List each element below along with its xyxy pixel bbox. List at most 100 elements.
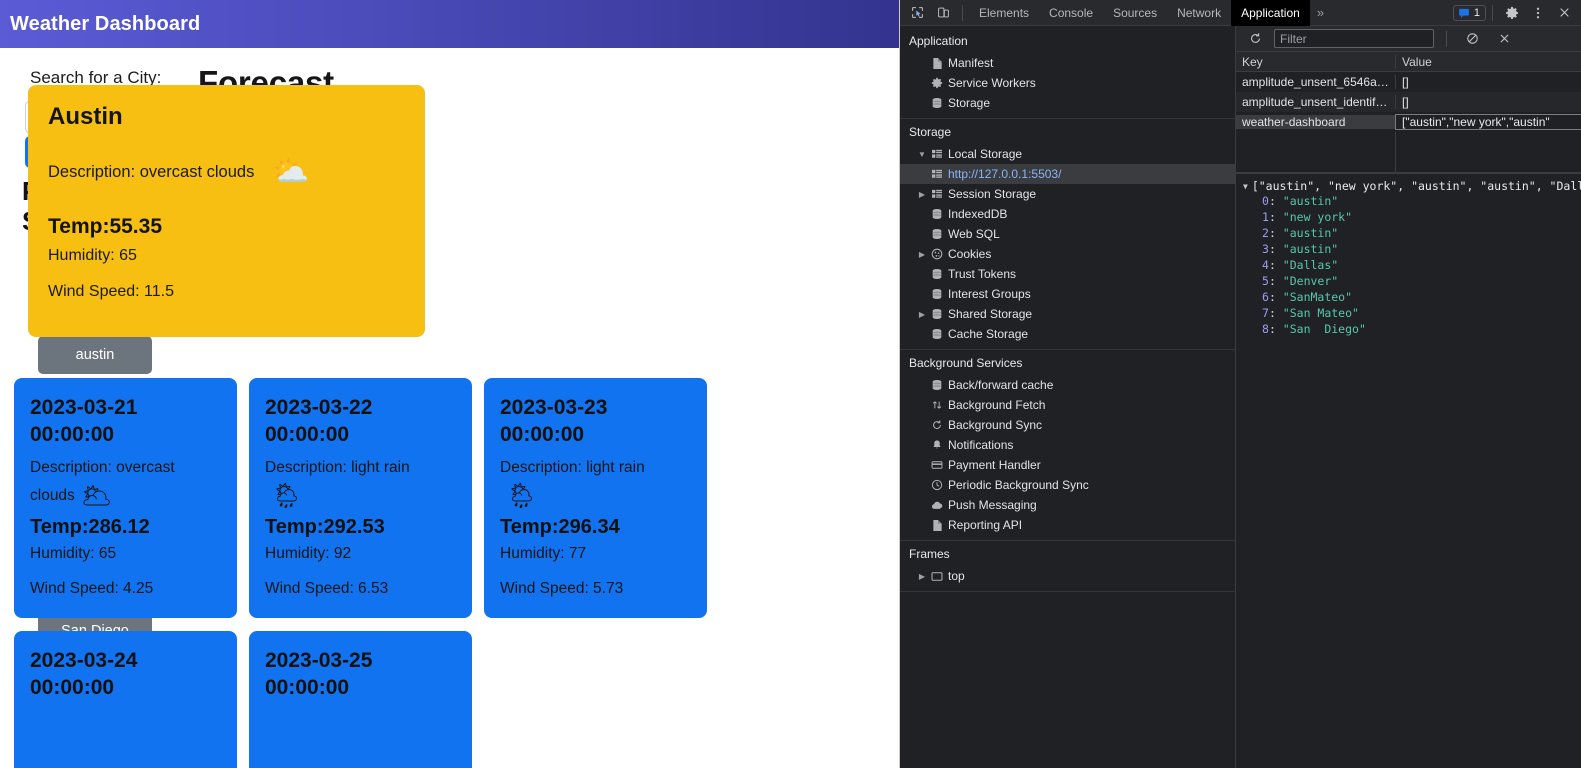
current-weather-card: Austin Description: overcast clouds ⛅ Te…: [28, 85, 425, 337]
more-options-icon[interactable]: [1525, 1, 1551, 25]
gear-icon[interactable]: [1499, 1, 1525, 25]
sidebar-label: Interest Groups: [948, 287, 1031, 301]
sidebar-item-top-frame[interactable]: ▶ top: [900, 566, 1235, 586]
preview-root-row[interactable]: ▼ ["austin", "new york", "austin", "aust…: [1240, 179, 1581, 193]
table-row[interactable]: weather-dashboard ["austin","new york","…: [1236, 112, 1581, 132]
filter-input[interactable]: [1274, 29, 1434, 48]
empty-value-cell: [1396, 132, 1581, 152]
sidebar-label: Cache Storage: [948, 327, 1029, 341]
storage-value: []: [1402, 94, 1409, 109]
chevron-right-icon[interactable]: ▶: [916, 250, 928, 259]
sidebar-item-push-messaging[interactable]: ▶ Push Messaging: [900, 495, 1235, 515]
current-wind: Wind Speed: 11.5: [48, 283, 175, 300]
database-icon: [928, 97, 946, 109]
sidebar-item-manifest[interactable]: ▶ Manifest: [900, 53, 1235, 73]
sidebar-label: IndexedDB: [948, 207, 1008, 221]
preview-index: 1: [1262, 210, 1269, 224]
sidebar-item-back-forward-cache[interactable]: ▶ Back/forward cache: [900, 375, 1235, 395]
tree-title-storage: Storage: [909, 125, 952, 139]
table-empty-row: [1236, 152, 1581, 172]
tab-application[interactable]: Application: [1231, 0, 1310, 26]
sidebar-item-indexeddb[interactable]: ▶ IndexedDB: [900, 204, 1235, 224]
forecast-card: 2023-03-21 00:00:00 Description: overcas…: [14, 378, 237, 618]
preview-index: 2: [1262, 226, 1269, 240]
chevron-down-icon[interactable]: ▼: [1243, 182, 1248, 191]
storage-table: Key Value amplitude_unsent_6546a… [] amp…: [1236, 52, 1581, 173]
database-icon: [928, 308, 946, 320]
refresh-icon[interactable]: [1242, 27, 1268, 51]
chevron-right-icon[interactable]: ▶: [916, 190, 928, 199]
sidebar-label: Back/forward cache: [948, 378, 1054, 392]
preview-item: 4: "Dallas": [1262, 258, 1339, 272]
delete-selected-icon[interactable]: [1491, 27, 1517, 51]
sidebar-item-shared-storage[interactable]: ▶ Shared Storage: [900, 304, 1235, 324]
preview-value: "austin": [1282, 194, 1339, 208]
devtools-panel: Elements Console Sources Network Applica…: [900, 0, 1581, 768]
close-icon[interactable]: [1551, 1, 1577, 25]
sidebar-label: Payment Handler: [948, 458, 1041, 472]
preview-item: 2: "austin": [1262, 226, 1339, 240]
sidebar-label: Service Workers: [948, 76, 1036, 90]
chevron-down-icon[interactable]: ▼: [916, 150, 928, 159]
sidebar-item-cookies[interactable]: ▶ Cookies: [900, 244, 1235, 264]
table-icon: [928, 169, 946, 179]
column-header-key[interactable]: Key: [1236, 54, 1396, 69]
sidebar-item-interest-groups[interactable]: ▶ Interest Groups: [900, 284, 1235, 304]
sidebar-item-session-storage[interactable]: ▶ Session Storage: [900, 184, 1235, 204]
clock-icon: [928, 479, 946, 491]
sidebar-item-local-storage[interactable]: ▼ Local Storage: [900, 144, 1235, 164]
sidebar-item-periodic-background-sync[interactable]: ▶ Periodic Background Sync: [900, 475, 1235, 495]
sidebar-item-local-storage-origin[interactable]: http://127.0.0.1:5503/: [900, 164, 1235, 184]
sidebar-item-service-workers[interactable]: ▶ Service Workers: [900, 73, 1235, 93]
storage-key: amplitude_unsent_identif…: [1236, 94, 1396, 109]
chevron-right-icon[interactable]: ▶: [916, 572, 928, 581]
sidebar-label: Background Sync: [948, 418, 1043, 432]
toolbar-divider: [1446, 30, 1447, 47]
sidebar-item-notifications[interactable]: ▶ Notifications: [900, 435, 1235, 455]
device-toolbar-icon[interactable]: [930, 1, 956, 25]
table-row[interactable]: amplitude_unsent_6546a… []: [1236, 72, 1581, 92]
history-button[interactable]: austin: [38, 336, 152, 374]
document-icon: [928, 57, 946, 70]
tree-group-frames: Frames ▶ top: [900, 541, 1235, 592]
preview-index: 5: [1262, 274, 1269, 288]
forecast-date: 2023-03-23 00:00:00: [500, 396, 608, 446]
app-header: Weather Dashboard: [0, 0, 899, 48]
sidebar-item-background-sync[interactable]: ▶ Background Sync: [900, 415, 1235, 435]
tree-group-storage: Storage ▼ Local Storage http://127.0.0.1…: [900, 119, 1235, 350]
issues-badge[interactable]: 1: [1452, 4, 1486, 21]
storage-key: weather-dashboard: [1236, 114, 1396, 129]
sidebar-label: Shared Storage: [948, 307, 1033, 321]
forecast-description: Description: light rain: [265, 459, 410, 476]
tab-sources[interactable]: Sources: [1103, 0, 1167, 26]
more-tabs-icon[interactable]: »: [1310, 5, 1331, 20]
sidebar-item-payment-handler[interactable]: ▶ Payment Handler: [900, 455, 1235, 475]
inspect-element-icon[interactable]: [904, 1, 930, 25]
preview-item: 5: "Denver": [1262, 274, 1339, 288]
value-preview-panel: ▼ ["austin", "new york", "austin", "aust…: [1236, 173, 1581, 768]
tab-network[interactable]: Network: [1167, 0, 1231, 26]
sidebar-item-trust-tokens[interactable]: ▶ Trust Tokens: [900, 264, 1235, 284]
sidebar-item-web-sql[interactable]: ▶ Web SQL: [900, 224, 1235, 244]
sidebar-label: top: [948, 569, 965, 583]
sidebar-label: Background Fetch: [948, 398, 1046, 412]
storage-value[interactable]: ["austin","new york","austin": [1395, 113, 1581, 130]
sidebar-item-reporting-api[interactable]: ▶ Reporting API: [900, 515, 1235, 535]
sidebar-label: Storage: [948, 96, 991, 110]
table-empty-row: [1236, 132, 1581, 152]
database-icon: [928, 379, 946, 391]
tab-console[interactable]: Console: [1039, 0, 1103, 26]
table-row[interactable]: amplitude_unsent_identif… []: [1236, 92, 1581, 112]
sidebar-item-cache-storage[interactable]: ▶ Cache Storage: [900, 324, 1235, 344]
chevron-right-icon[interactable]: ▶: [916, 310, 928, 319]
column-header-value[interactable]: Value: [1396, 55, 1581, 69]
clear-all-icon[interactable]: [1459, 27, 1485, 51]
forecast-card: 2023-03-24 00:00:00: [14, 631, 237, 768]
sidebar-item-storage[interactable]: ▶ Storage: [900, 93, 1235, 113]
sidebar-label: Local Storage: [948, 147, 1023, 161]
tab-elements[interactable]: Elements: [969, 0, 1039, 26]
forecast-temp: Temp:286.12: [30, 516, 150, 538]
toolbar-divider: [1492, 4, 1493, 21]
sidebar-item-background-fetch[interactable]: ▶ Background Fetch: [900, 395, 1235, 415]
empty-value-cell: [1396, 152, 1581, 172]
